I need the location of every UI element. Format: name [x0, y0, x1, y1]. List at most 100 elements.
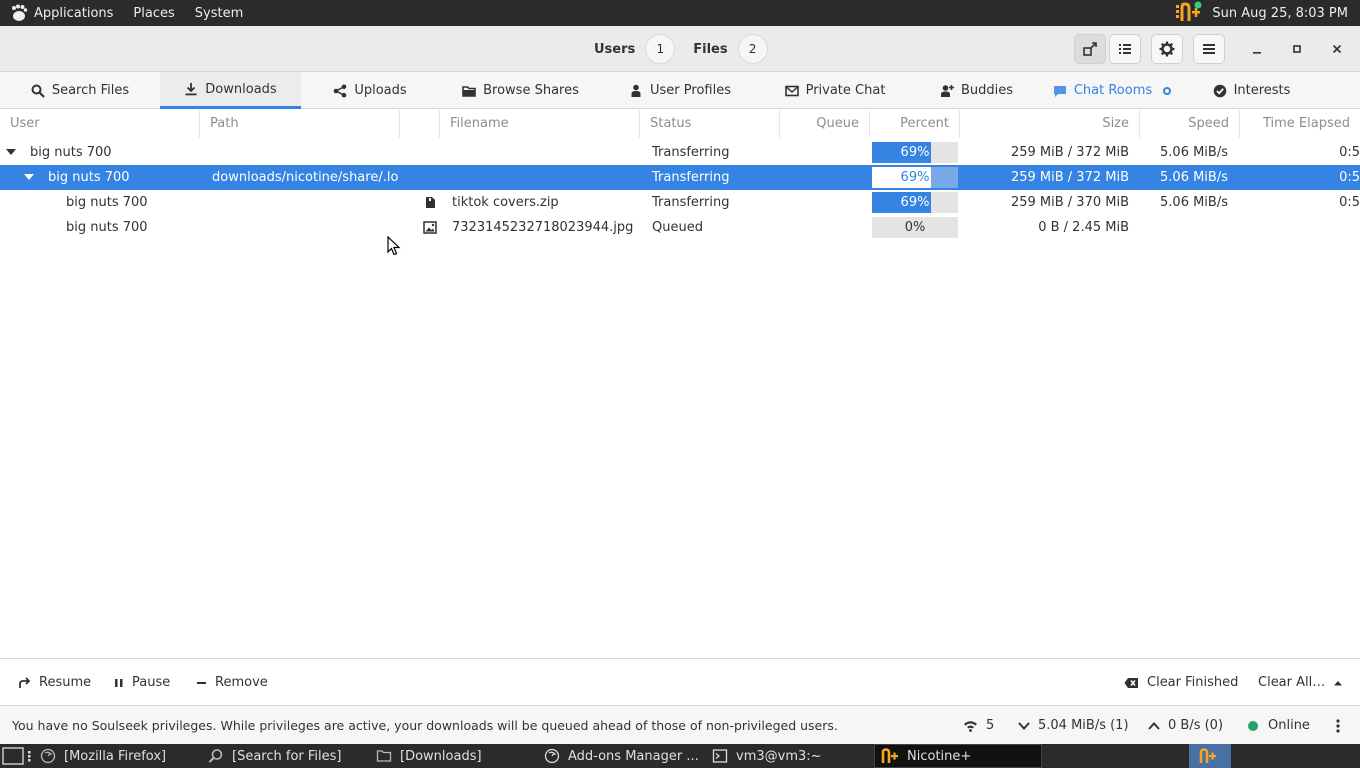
pause-icon — [115, 678, 123, 687]
status-menu-button[interactable] — [1336, 706, 1340, 745]
terminal-icon — [712, 749, 728, 763]
expander-icon[interactable] — [24, 174, 34, 180]
clear-all-menu-button[interactable]: Clear All… — [1258, 659, 1343, 706]
cell-elapsed: 0:5 — [1339, 170, 1360, 185]
column-queue[interactable]: Queue — [780, 110, 870, 138]
taskbar: [Mozilla Firefox] [Search for Files] [Do… — [0, 744, 1360, 768]
table-row[interactable]: big nuts 700 downloads/nicotine/share/.l… — [0, 165, 1360, 190]
tab-private-chat[interactable]: Private Chat — [758, 72, 912, 109]
table-row[interactable]: big nuts 700 Transferring 69% 259 MiB / … — [0, 140, 1360, 165]
column-speed[interactable]: Speed — [1140, 110, 1240, 138]
maximize-button[interactable] — [1286, 38, 1308, 60]
remove-button[interactable]: Remove — [196, 659, 268, 706]
workspace-switcher[interactable] — [1189, 744, 1231, 768]
search-icon — [208, 749, 223, 763]
tab-search-files[interactable]: Search Files — [0, 72, 160, 109]
tab-label: User Profiles — [650, 83, 731, 98]
column-path[interactable]: Path — [200, 110, 400, 138]
cell-path: downloads/nicotine/share/.local — [212, 170, 398, 185]
column-filename[interactable]: Filename — [440, 110, 640, 138]
tab-browse-shares[interactable]: Browse Shares — [439, 72, 602, 109]
column-filetype[interactable] — [400, 110, 440, 138]
cell-elapsed: 0:5 — [1339, 195, 1360, 210]
tab-buddies[interactable]: Buddies — [912, 72, 1041, 109]
counters: Users 1 Files 2 — [594, 34, 776, 64]
online-status-button[interactable]: Online — [1248, 706, 1310, 745]
tab-user-profiles[interactable]: User Profiles — [602, 72, 758, 109]
firefox-icon — [544, 748, 560, 764]
remove-label: Remove — [215, 675, 268, 690]
tab-chat-rooms[interactable]: Chat Rooms — [1041, 72, 1183, 109]
maximize-icon — [1293, 45, 1301, 53]
cell-user: big nuts 700 — [66, 220, 148, 235]
image-file-icon — [423, 221, 437, 234]
applications-menu[interactable]: Applications — [0, 0, 123, 26]
system-menu[interactable]: System — [185, 0, 253, 26]
download-icon — [185, 83, 197, 96]
firefox-icon — [40, 748, 56, 764]
tab-uploads[interactable]: Uploads — [301, 72, 439, 109]
main-tabs: Search Files Downloads Uploads Browse Sh… — [0, 72, 1360, 109]
expand-collapse-button[interactable] — [1074, 34, 1106, 64]
tab-label: Buddies — [960, 83, 1014, 98]
header-bar: Users 1 Files 2 — [0, 26, 1360, 72]
check-circle-icon — [1213, 84, 1226, 97]
clear-all-label: Clear All… — [1258, 675, 1326, 690]
clock[interactable]: Sun Aug 25, 8:03 PM — [1212, 6, 1348, 21]
tab-label: Browse Shares — [483, 83, 579, 98]
tab-label: Chat Rooms — [1073, 83, 1153, 98]
pause-button[interactable]: Pause — [114, 659, 170, 706]
taskbar-item-downloads[interactable]: [Downloads] — [370, 744, 534, 768]
tab-interests[interactable]: Interests — [1183, 72, 1320, 109]
folder-icon — [462, 85, 476, 97]
transfer-action-bar: Resume Pause Remove Clear Finished Clear… — [0, 658, 1360, 705]
places-menu[interactable]: Places — [123, 0, 184, 26]
download-speed: 5.04 MiB/s (1) — [1038, 718, 1129, 733]
mouse-cursor-icon — [387, 236, 401, 256]
applications-label: Applications — [34, 5, 114, 21]
column-time-elapsed[interactable]: Time Elapsed — [1240, 110, 1360, 138]
nicotine-tray-icon[interactable] — [1174, 1, 1204, 25]
nicotine-icon — [881, 748, 898, 763]
cell-elapsed: 0:5 — [1339, 145, 1360, 160]
task-label: [Search for Files] — [232, 748, 342, 764]
cell-size: 259 MiB / 370 MiB — [1010, 195, 1129, 210]
status-bar: You have no Soulseek privileges. While p… — [0, 705, 1360, 744]
users-count-badge: 1 — [645, 34, 676, 64]
preferences-button[interactable] — [1151, 34, 1183, 64]
download-speed-status[interactable]: 5.04 MiB/s (1) — [1018, 706, 1129, 745]
cell-filename: tiktok covers.zip — [452, 195, 559, 210]
taskbar-item-search-files[interactable]: [Search for Files] — [202, 744, 366, 768]
column-percent[interactable]: Percent — [870, 110, 960, 138]
cell-status: Queued — [652, 220, 703, 235]
column-size[interactable]: Size — [960, 110, 1140, 138]
connections-status[interactable]: 5 — [963, 706, 994, 745]
taskbar-item-addons-manager[interactable]: Add-ons Manager ... — [538, 744, 702, 768]
downloads-tree: big nuts 700 Transferring 69% 259 MiB / … — [0, 140, 1360, 240]
taskbar-item-terminal[interactable]: vm3@vm3:~ — [706, 744, 870, 768]
task-label: vm3@vm3:~ — [736, 748, 822, 764]
column-status[interactable]: Status — [640, 110, 780, 138]
tab-downloads[interactable]: Downloads — [160, 72, 301, 109]
close-button[interactable] — [1326, 38, 1348, 60]
upload-speed-status[interactable]: 0 B/s (0) — [1148, 706, 1223, 745]
clear-finished-button[interactable]: Clear Finished — [1124, 659, 1238, 706]
chat-icon — [1053, 85, 1066, 97]
minimize-button[interactable] — [1246, 38, 1268, 60]
progress-bar: 0% — [872, 217, 958, 238]
cell-user: big nuts 700 — [30, 145, 112, 160]
resume-label: Resume — [39, 675, 92, 690]
files-label: Files — [693, 41, 728, 57]
resume-button[interactable]: Resume — [18, 659, 91, 706]
expander-icon[interactable] — [6, 149, 16, 155]
taskbar-item-nicotine[interactable]: Nicotine+ — [874, 744, 1042, 768]
main-menu-button[interactable] — [1193, 34, 1225, 64]
table-row[interactable]: big nuts 700 tiktok covers.zip Transferr… — [0, 190, 1360, 215]
show-desktop-button[interactable] — [0, 744, 36, 768]
table-row[interactable]: big nuts 700 7323145232718023944.jpg Que… — [0, 215, 1360, 240]
column-user[interactable]: User — [0, 110, 200, 138]
percent-text: 69% — [900, 195, 930, 210]
group-by-button[interactable] — [1109, 34, 1141, 64]
taskbar-item-firefox[interactable]: [Mozilla Firefox] — [34, 744, 198, 768]
connections-count: 5 — [986, 718, 995, 733]
